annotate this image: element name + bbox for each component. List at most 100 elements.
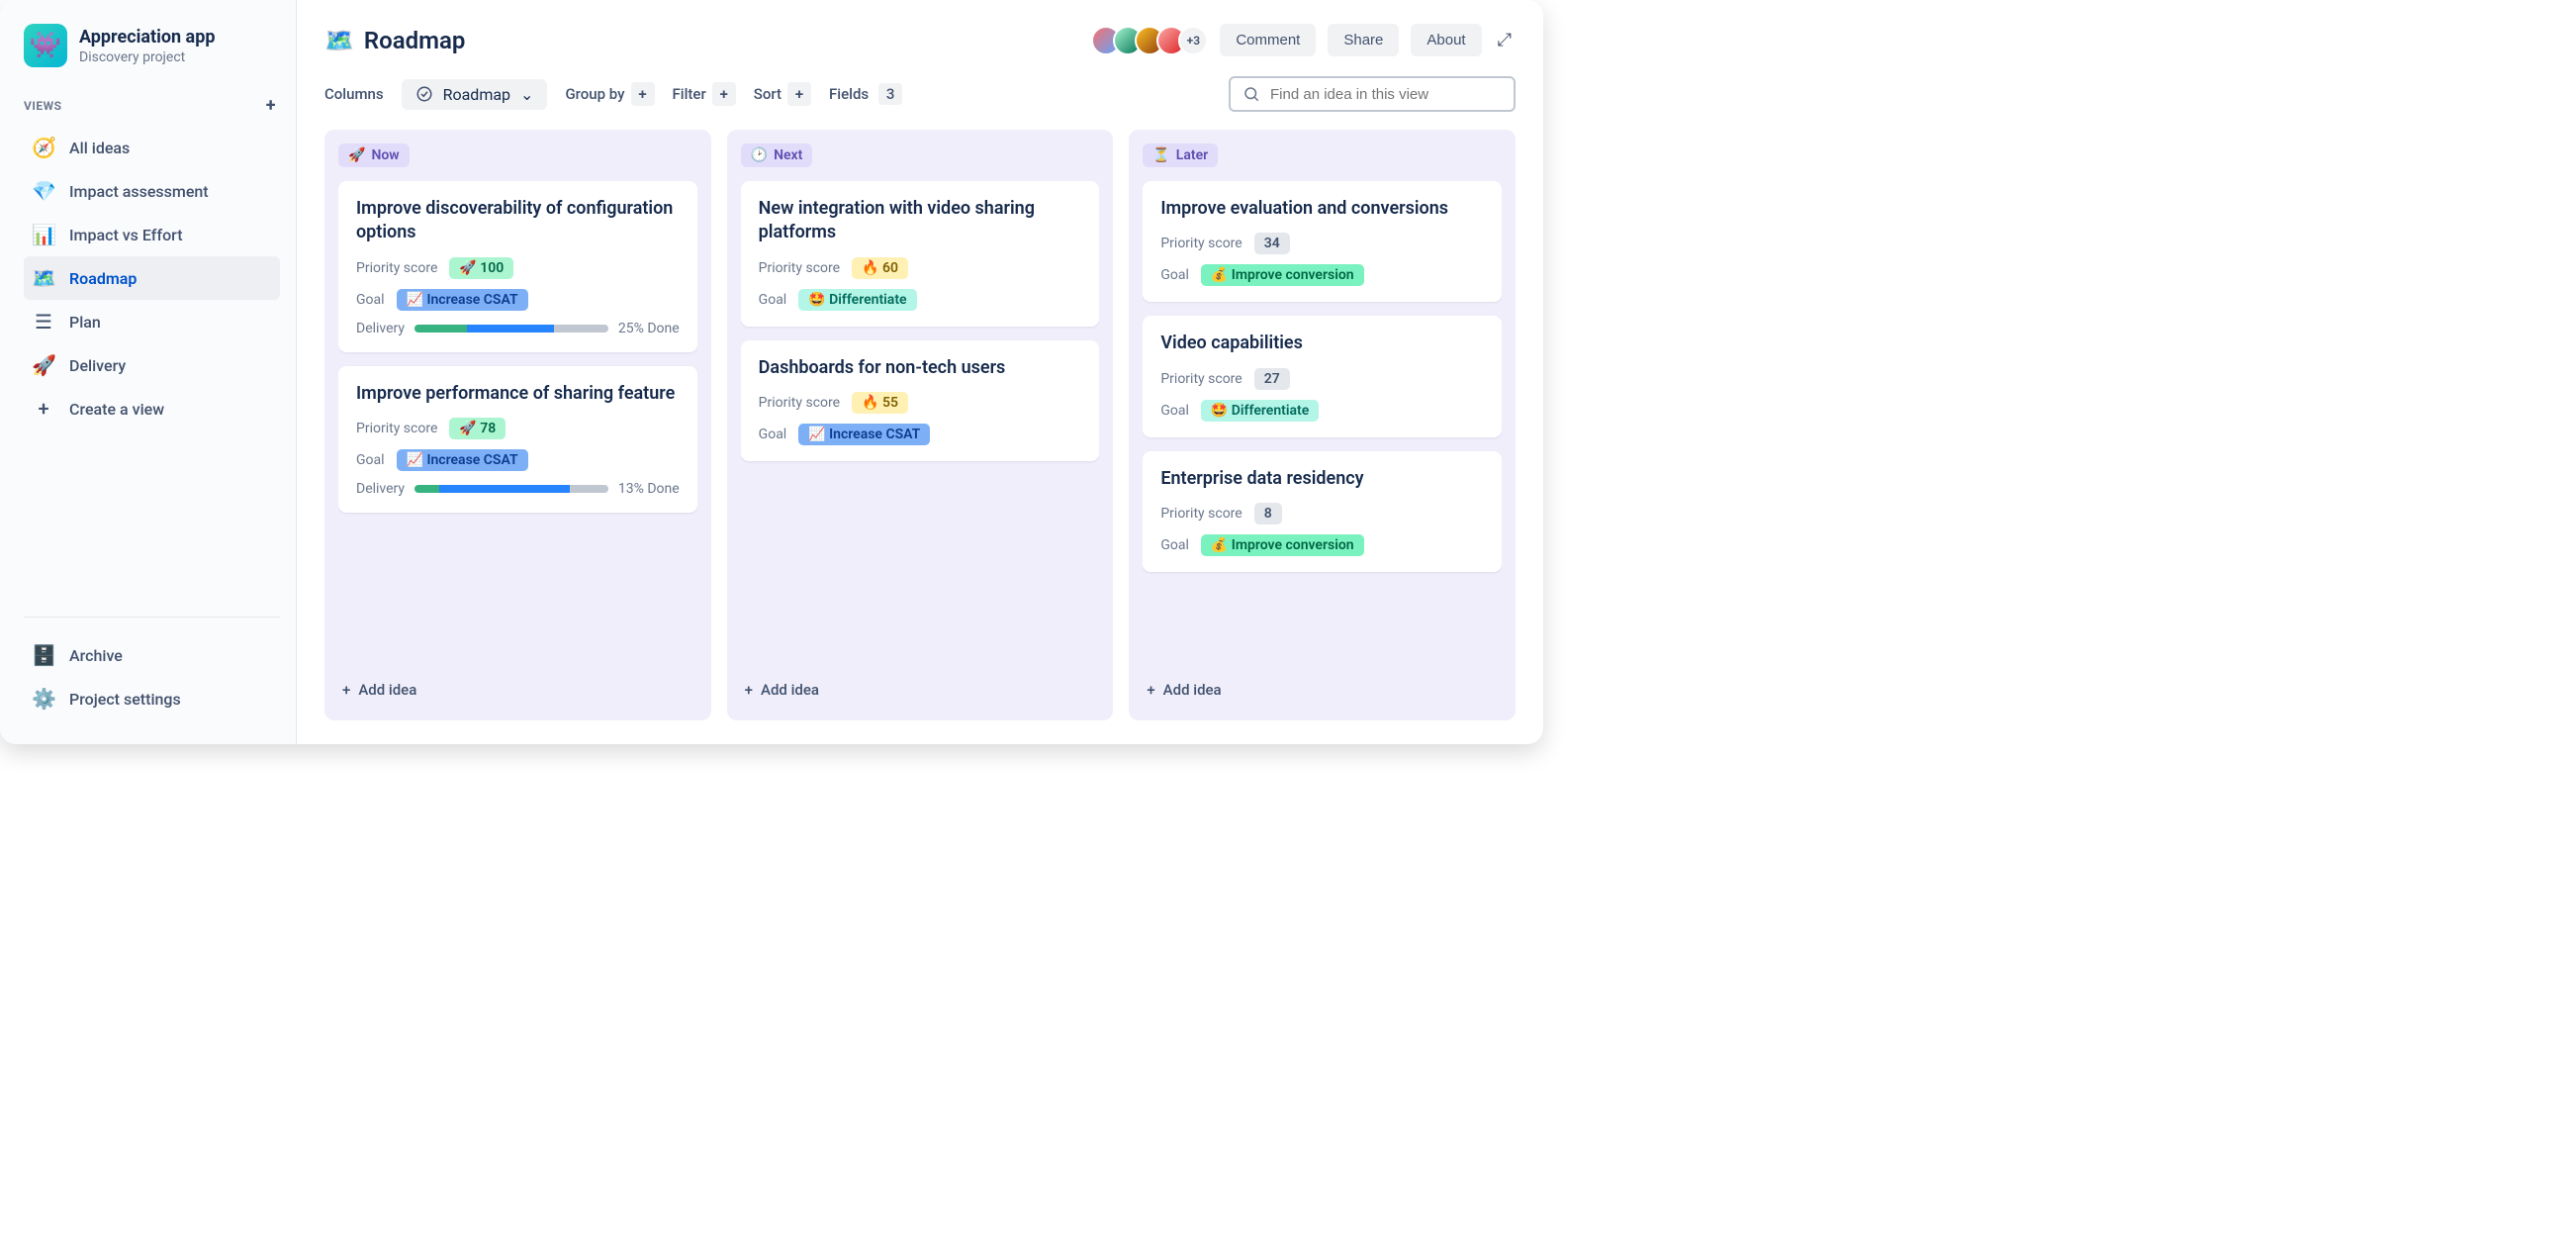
main-content: 🗺️ Roadmap +3 Comment Share About ⤢ Colu… [297, 0, 1543, 744]
goal-badge: 📈 Increase CSAT [798, 424, 930, 445]
search-box[interactable] [1229, 76, 1516, 112]
sidebar: 👾 Appreciation app Discovery project VIE… [0, 0, 297, 744]
priority-label: Priority score [356, 260, 437, 276]
archive-icon: 🗄️ [32, 643, 55, 667]
circle-check-icon [415, 85, 433, 103]
progress-bar [414, 485, 608, 493]
column-header[interactable]: 🚀 Now [338, 143, 410, 167]
goal-badge: 🤩 Differentiate [798, 289, 916, 311]
comment-button[interactable]: Comment [1220, 24, 1316, 56]
card-title: New integration with video sharing platf… [759, 197, 1082, 245]
groupby-add[interactable]: + [631, 82, 655, 106]
idea-card[interactable]: New integration with video sharing platf… [741, 181, 1100, 327]
priority-badge: 8 [1254, 503, 1282, 524]
app-frame: 👾 Appreciation app Discovery project VIE… [0, 0, 1543, 744]
delivery-done-text: 13% Done [618, 481, 680, 497]
columns-selector[interactable]: Roadmap ⌄ [402, 79, 548, 110]
filter-add[interactable]: + [712, 82, 736, 106]
groupby-label[interactable]: Group by+ [565, 82, 654, 106]
column-icon: 🚀 [348, 147, 365, 163]
avatar-more[interactable]: +3 [1178, 26, 1208, 55]
priority-label: Priority score [759, 395, 840, 411]
fields-count: 3 [878, 83, 903, 105]
plus-icon: + [342, 681, 350, 699]
column-label: Next [774, 147, 802, 163]
card-title: Video capabilities [1160, 332, 1484, 355]
delivery-label: Delivery [356, 321, 405, 336]
board-column: 🚀 Now Improve discoverability of configura… [324, 130, 711, 720]
avatar-stack[interactable]: +3 [1099, 26, 1208, 55]
sidebar-item-label: Project settings [69, 690, 181, 709]
goal-label: Goal [759, 427, 787, 442]
add-idea-button[interactable]: +Add idea [1143, 673, 1502, 707]
priority-label: Priority score [1160, 236, 1242, 251]
idea-card[interactable]: Improve discoverability of configuration… [338, 181, 697, 352]
column-icon: 🕑 [751, 147, 768, 163]
sort-add[interactable]: + [787, 82, 811, 106]
goal-badge: 🤩 Differentiate [1201, 400, 1319, 422]
project-title: Appreciation app [79, 27, 215, 48]
column-label: Now [371, 147, 399, 163]
nav-icon: ☰ [32, 310, 55, 334]
delivery-done-text: 25% Done [618, 321, 680, 336]
priority-badge: 🚀 100 [449, 257, 513, 279]
nav-icon: + [32, 397, 55, 421]
view-toolbar: Columns Roadmap ⌄ Group by+ Filter+ Sort… [324, 76, 1516, 112]
goal-badge: 💰 Improve conversion [1201, 264, 1364, 286]
filter-label[interactable]: Filter+ [673, 82, 736, 106]
sidebar-item-label: Roadmap [69, 269, 137, 288]
sidebar-item-label: Impact vs Effort [69, 226, 183, 244]
add-view-button[interactable]: + [262, 95, 280, 116]
sidebar-item[interactable]: 🧭All ideas [24, 126, 280, 169]
nav-icon: 💎 [32, 179, 55, 203]
column-header[interactable]: ⏳Later [1143, 143, 1218, 167]
idea-card[interactable]: Improve evaluation and conversions Priori… [1143, 181, 1502, 302]
gear-icon: ⚙️ [32, 687, 55, 711]
add-idea-button[interactable]: +Add idea [741, 673, 1100, 707]
share-button[interactable]: Share [1328, 24, 1399, 56]
sidebar-item[interactable]: 🚀Delivery [24, 343, 280, 387]
priority-label: Priority score [1160, 506, 1242, 522]
sidebar-item-label: All ideas [69, 139, 130, 157]
columns-value: Roadmap [443, 85, 510, 104]
sidebar-item-label: Delivery [69, 356, 126, 375]
sidebar-item[interactable]: 🗺️Roadmap [24, 256, 280, 300]
idea-card[interactable]: Dashboards for non-tech usersPriority sc… [741, 340, 1100, 461]
sidebar-item-label: Archive [69, 646, 123, 665]
card-title: Improve evaluation and conversions [1160, 197, 1484, 221]
column-header[interactable]: 🕑 Next [741, 143, 813, 167]
fields-label[interactable]: Fields 3 [829, 85, 902, 103]
goal-label: Goal [1160, 537, 1189, 553]
sidebar-item-settings[interactable]: ⚙️ Project settings [24, 677, 280, 720]
sidebar-item[interactable]: ☰Plan [24, 300, 280, 343]
add-idea-button[interactable]: +Add idea [338, 673, 697, 707]
sidebar-divider [24, 617, 280, 618]
sort-label[interactable]: Sort+ [754, 82, 811, 106]
sidebar-item-label: Impact assessment [69, 182, 209, 201]
idea-card[interactable]: Enterprise data residencyPriority score8… [1143, 451, 1502, 572]
priority-badge: 34 [1254, 233, 1290, 254]
goal-label: Goal [759, 292, 787, 308]
search-input[interactable] [1270, 86, 1502, 103]
project-subtitle: Discovery project [79, 49, 215, 65]
priority-badge: 27 [1254, 368, 1290, 390]
search-icon [1242, 85, 1260, 103]
delivery-label: Delivery [356, 481, 405, 497]
priority-badge: 🔥 55 [852, 392, 908, 414]
board: 🚀 Now Improve discoverability of configura… [324, 130, 1516, 720]
sidebar-item-archive[interactable]: 🗄️ Archive [24, 633, 280, 677]
sidebar-item[interactable]: +Create a view [24, 387, 280, 430]
idea-card[interactable]: Video capabilitiesPriority score27Goal🤩 … [1143, 316, 1502, 436]
goal-label: Goal [1160, 403, 1189, 419]
page-title-text: Roadmap [364, 27, 465, 54]
expand-icon[interactable]: ⤢ [1494, 26, 1516, 54]
page-title: 🗺️ Roadmap [324, 27, 465, 54]
sidebar-item[interactable]: 📊Impact vs Effort [24, 213, 280, 256]
page-title-icon: 🗺️ [324, 27, 354, 54]
sidebar-item[interactable]: 💎 Impact assessment [24, 169, 280, 213]
about-button[interactable]: About [1411, 24, 1481, 56]
project-header[interactable]: 👾 Appreciation app Discovery project [24, 24, 280, 67]
priority-badge: 🚀 78 [449, 418, 506, 439]
column-icon: ⏳ [1152, 147, 1169, 163]
idea-card[interactable]: Improve performance of sharing featurePr… [338, 366, 697, 513]
